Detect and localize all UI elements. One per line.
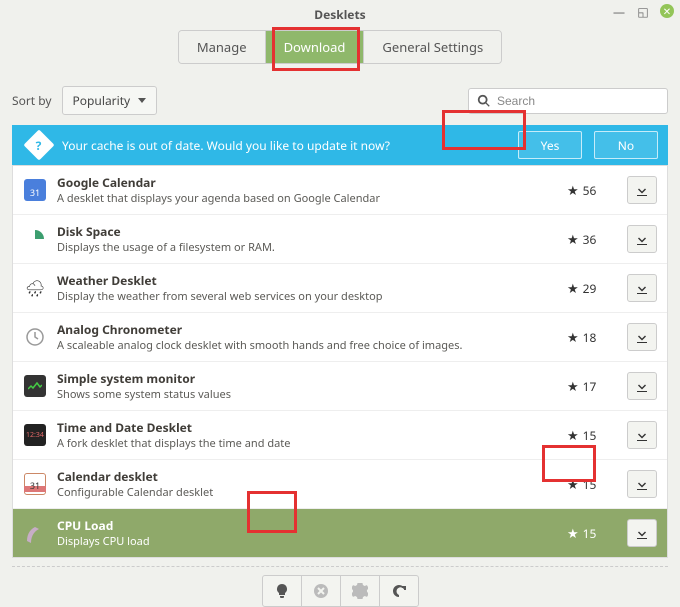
star-count: ★18: [567, 328, 617, 346]
download-icon: [636, 478, 648, 490]
star-icon: ★: [567, 377, 579, 395]
disk-icon: [23, 227, 47, 251]
clock-icon: [23, 325, 47, 349]
sort-dropdown[interactable]: Popularity: [62, 86, 158, 115]
download-button[interactable]: [627, 274, 657, 302]
star-count: ★29: [567, 279, 617, 297]
download-button[interactable]: [627, 421, 657, 449]
download-icon: [636, 331, 648, 343]
notice-text: Your cache is out of date. Would you lik…: [62, 137, 506, 154]
star-count: ★15: [567, 426, 617, 444]
lightbulb-icon: [274, 583, 290, 599]
remove-icon: [313, 583, 329, 599]
search-input[interactable]: [497, 94, 659, 108]
download-button[interactable]: [627, 176, 657, 204]
tab-download[interactable]: Download: [266, 31, 365, 63]
download-icon: [636, 282, 648, 294]
minimize-button[interactable]: —: [612, 4, 626, 18]
star-icon: ★: [567, 524, 579, 542]
list-item[interactable]: Simple system monitorShows some system s…: [13, 362, 667, 411]
star-icon: ★: [567, 181, 579, 199]
star-count: ★36: [567, 230, 617, 248]
calendar-icon: 31: [23, 178, 47, 202]
chevron-down-icon: [138, 98, 146, 103]
search-box[interactable]: [468, 88, 668, 114]
time-icon: 12:34: [23, 423, 47, 447]
calendar-icon: 31: [23, 472, 47, 496]
settings-button[interactable]: [340, 575, 380, 607]
download-icon: [636, 380, 648, 392]
refresh-button[interactable]: [379, 575, 419, 607]
star-count: ★17: [567, 377, 617, 395]
desklet-list[interactable]: 31 Google CalendarA desklet that display…: [12, 165, 668, 558]
download-icon: [636, 527, 648, 539]
close-button[interactable]: ✕: [660, 4, 674, 18]
search-icon: [477, 94, 491, 108]
tab-general-settings[interactable]: General Settings: [364, 31, 501, 63]
download-button[interactable]: [627, 225, 657, 253]
list-item[interactable]: Analog ChronometerA scaleable analog clo…: [13, 313, 667, 362]
separator: [12, 566, 668, 567]
star-icon: ★: [567, 475, 579, 493]
cache-notice: ? Your cache is out of date. Would you l…: [12, 125, 668, 165]
tab-bar: Manage Download General Settings: [0, 28, 680, 68]
star-count: ★15: [567, 475, 617, 493]
monitor-icon: [23, 374, 47, 398]
download-button[interactable]: [627, 372, 657, 400]
window-title: Desklets: [314, 6, 365, 23]
download-button[interactable]: [627, 470, 657, 498]
gear-icon: [352, 583, 368, 599]
sort-label: Sort by: [12, 92, 52, 109]
download-button[interactable]: [627, 323, 657, 351]
star-count: ★56: [567, 181, 617, 199]
remove-button[interactable]: [301, 575, 341, 607]
list-item[interactable]: 🌧 Weather DeskletDisplay the weather fro…: [13, 264, 667, 313]
window-controls: — ◱ ✕: [612, 4, 674, 18]
notice-no-button[interactable]: No: [594, 131, 658, 159]
question-icon: ?: [23, 129, 54, 160]
download-icon: [636, 184, 648, 196]
star-icon: ★: [567, 230, 579, 248]
download-button[interactable]: [627, 519, 657, 547]
list-item[interactable]: 31 Google CalendarA desklet that display…: [13, 166, 667, 215]
star-count: ★15: [567, 524, 617, 542]
toolbar: Sort by Popularity: [12, 86, 668, 115]
notice-yes-button[interactable]: Yes: [518, 131, 582, 159]
list-item[interactable]: CPU LoadDisplays CPU load ★15: [13, 509, 667, 557]
weather-icon: 🌧: [23, 276, 47, 300]
star-icon: ★: [567, 279, 579, 297]
info-button[interactable]: [262, 575, 302, 607]
download-icon: [636, 429, 648, 441]
tab-manage[interactable]: Manage: [179, 31, 266, 63]
maximize-button[interactable]: ◱: [636, 4, 650, 18]
list-item[interactable]: 12:34 Time and Date DeskletA fork deskle…: [13, 411, 667, 460]
cpu-icon: [23, 521, 47, 545]
list-item[interactable]: 31 Calendar deskletConfigurable Calendar…: [13, 460, 667, 509]
star-icon: ★: [567, 426, 579, 444]
refresh-icon: [391, 583, 407, 599]
download-icon: [636, 233, 648, 245]
list-item[interactable]: Disk SpaceDisplays the usage of a filesy…: [13, 215, 667, 264]
star-icon: ★: [567, 328, 579, 346]
action-bar: [12, 575, 668, 607]
title-bar: Desklets — ◱ ✕: [0, 0, 680, 28]
sort-value: Popularity: [73, 92, 131, 109]
